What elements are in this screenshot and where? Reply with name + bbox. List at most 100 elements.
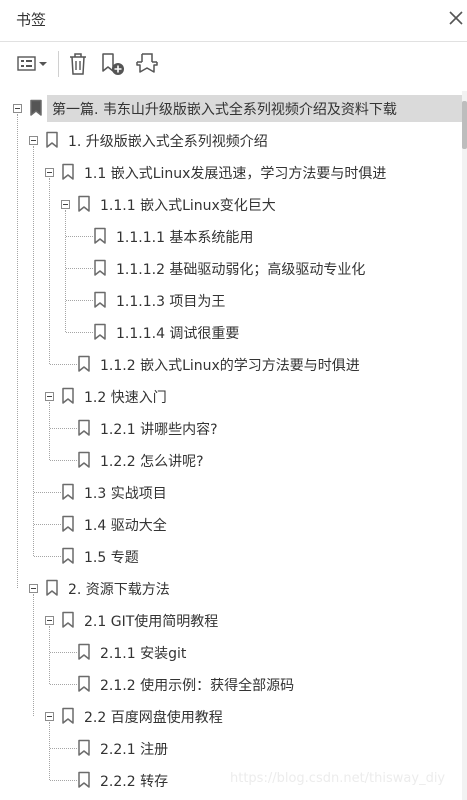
- bookmark-item[interactable]: 1.1.1.2 基础驱动弱化；高级驱动专业化: [0, 252, 462, 284]
- tree-guide-line: [49, 722, 51, 780]
- collapse-toggle[interactable]: [61, 200, 70, 209]
- tree-guide-line: [50, 780, 77, 782]
- bookmark-icon: [78, 419, 90, 436]
- tree-guide-line: [49, 178, 51, 364]
- options-menu-icon: [17, 56, 47, 71]
- bookmark-label: 1.3 实战项目: [84, 486, 167, 502]
- bookmark-item[interactable]: 2.2.1 注册: [0, 732, 462, 764]
- bookmark-label: 第一篇. 韦东山升级版嵌入式全系列视频介绍及资料下载: [52, 102, 397, 118]
- bookmark-icon: [94, 227, 106, 244]
- bookmark-icon: [94, 323, 106, 340]
- bookmark-item[interactable]: 2.1.2 使用示例：获得全部源码: [0, 668, 462, 700]
- tree-guide-line: [50, 684, 77, 686]
- bookmark-item[interactable]: 1.3 实战项目: [0, 476, 462, 508]
- bookmark-item[interactable]: 1. 升级版嵌入式全系列视频介绍: [0, 124, 462, 156]
- bookmark-label: 1. 升级版嵌入式全系列视频介绍: [68, 134, 268, 150]
- tree-guide-line: [66, 300, 93, 302]
- bookmark-label: 1.5 专题: [84, 550, 139, 566]
- tree-guide-line: [66, 268, 93, 270]
- delete-bookmark-button[interactable]: [66, 50, 90, 78]
- panel-title: 书签: [16, 11, 47, 29]
- bookmark-item[interactable]: 1.1.1 嵌入式Linux变化巨大: [0, 188, 462, 220]
- bookmark-label: 1.4 驱动大全: [84, 518, 167, 534]
- bookmark-icon: [94, 291, 106, 308]
- bookmark-label: 1.2.1 讲哪些内容?: [100, 422, 218, 438]
- trash-icon: [70, 53, 86, 75]
- collapse-toggle[interactable]: [45, 712, 54, 721]
- tree-guide-line: [33, 594, 35, 716]
- new-bookmark-button[interactable]: [100, 50, 126, 78]
- bookmark-icon: [62, 515, 74, 532]
- scrollbar-thumb[interactable]: [462, 101, 467, 149]
- bookmark-item[interactable]: 2. 资源下载方法: [0, 572, 462, 604]
- tree-guide-line: [66, 236, 93, 238]
- bookmark-item[interactable]: 1.1 嵌入式Linux发展迅速，学习方法要与时俱进: [0, 156, 462, 188]
- tree-guide-line: [17, 114, 19, 588]
- bookmark-item[interactable]: 1.2.1 讲哪些内容?: [0, 412, 462, 444]
- collapse-toggle[interactable]: [29, 584, 38, 593]
- bookmark-label: 1.1.1.4 调试很重要: [116, 326, 240, 342]
- bookmark-label: 1.2.2 怎么讲呢?: [100, 454, 204, 470]
- tree-guide-line: [50, 460, 77, 462]
- close-icon: [449, 11, 463, 25]
- collapse-toggle[interactable]: [29, 136, 38, 145]
- bookmark-icon: [62, 611, 74, 628]
- bookmark-item[interactable]: 1.1.1.4 调试很重要: [0, 316, 462, 348]
- bookmark-icon: [62, 547, 74, 564]
- bookmark-item[interactable]: 2.1.1 安装git: [0, 636, 462, 668]
- bookmark-icon: [94, 259, 106, 276]
- tree-guide-line: [66, 332, 93, 334]
- find-bookmark-icon: [136, 53, 158, 73]
- bookmark-label: 2.2.1 注册: [100, 742, 169, 758]
- bookmark-item[interactable]: 1.5 专题: [0, 540, 462, 572]
- tree-guide-line: [50, 652, 77, 654]
- collapse-toggle[interactable]: [45, 616, 54, 625]
- bookmark-label: 1.1.2 嵌入式Linux的学习方法要与时俱进: [100, 358, 360, 374]
- bookmark-label: 2. 资源下载方法: [68, 582, 170, 598]
- collapse-toggle[interactable]: [13, 104, 22, 113]
- tree-guide-line: [50, 428, 77, 430]
- bookmark-icon: [78, 451, 90, 468]
- tree-guide-line: [50, 364, 77, 366]
- bookmark-icon: [62, 163, 74, 180]
- bookmark-item[interactable]: 2.1 GIT使用简明教程: [0, 604, 462, 636]
- options-menu-button[interactable]: [16, 50, 50, 78]
- expand-bookmark-button[interactable]: [134, 50, 160, 78]
- bookmarks-toolbar: [0, 41, 467, 84]
- bookmark-item[interactable]: 第一篇. 韦东山升级版嵌入式全系列视频介绍及资料下载: [0, 92, 462, 124]
- bookmark-label: 2.1.2 使用示例：获得全部源码: [100, 678, 295, 694]
- bookmarks-panel: 书签 第一篇. 韦东山升级版嵌入式全系列视频介绍及资料下载 1. 升级版嵌入式全…: [0, 0, 467, 800]
- bookmark-item[interactable]: 1.1.1.1 基本系统能用: [0, 220, 462, 252]
- bookmark-icon: [78, 643, 90, 660]
- bookmark-icon: [62, 707, 74, 724]
- watermark-text: https://blog.csdn.net/thisway_diy: [230, 771, 446, 786]
- tree-guide-line: [34, 492, 61, 494]
- collapse-toggle[interactable]: [45, 168, 54, 177]
- collapse-toggle[interactable]: [45, 392, 54, 401]
- tree-guide-line: [49, 402, 51, 460]
- bookmark-item[interactable]: 1.2 快速入门: [0, 380, 462, 412]
- bookmark-item[interactable]: 1.1.1.3 项目为王: [0, 284, 462, 316]
- bookmark-icon: [78, 771, 90, 788]
- add-bookmark-icon: [102, 53, 124, 75]
- bookmark-label: 2.1.1 安装git: [100, 646, 187, 662]
- tree-guide-line: [49, 626, 51, 684]
- bookmark-label: 2.2.2 转存: [100, 774, 169, 790]
- bookmark-tree: 第一篇. 韦东山升级版嵌入式全系列视频介绍及资料下载 1. 升级版嵌入式全系列视频…: [0, 91, 462, 800]
- bookmark-icon: [46, 131, 58, 148]
- bookmark-item[interactable]: 1.2.2 怎么讲呢?: [0, 444, 462, 476]
- tree-guide-line: [34, 524, 61, 526]
- panel-header: 书签: [0, 0, 467, 38]
- tree-scrollbar[interactable]: [462, 91, 467, 800]
- bookmark-label: 1.1.1.2 基础驱动弱化；高级驱动专业化: [116, 262, 366, 278]
- bookmark-icon: [78, 675, 90, 692]
- bookmark-item[interactable]: 1.1.2 嵌入式Linux的学习方法要与时俱进: [0, 348, 462, 380]
- bookmark-item[interactable]: 2.2 百度网盘使用教程: [0, 700, 462, 732]
- toolbar-separator: [58, 51, 59, 77]
- bookmark-label: 2.1 GIT使用简明教程: [84, 614, 219, 630]
- bookmark-icon: [78, 739, 90, 756]
- bookmark-label: 1.1.1.1 基本系统能用: [116, 230, 254, 246]
- bookmark-item[interactable]: 1.4 驱动大全: [0, 508, 462, 540]
- bookmark-icon: [62, 483, 74, 500]
- close-button[interactable]: [446, 8, 466, 28]
